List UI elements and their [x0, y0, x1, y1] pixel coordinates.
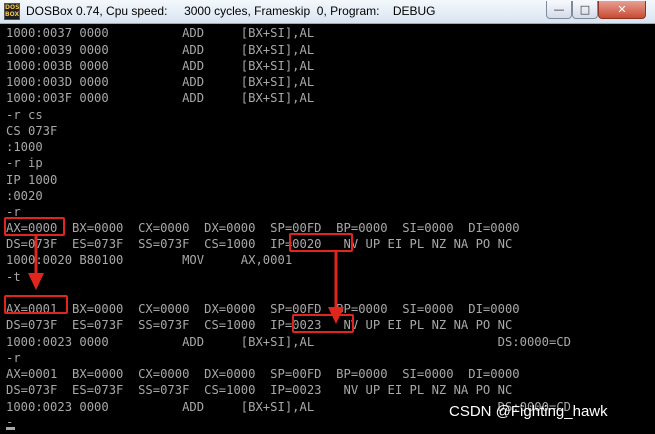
close-icon: ✕	[617, 3, 627, 16]
maximize-icon: □	[579, 3, 591, 16]
close-button[interactable]: ✕	[598, 1, 646, 19]
maximize-button[interactable]: □	[572, 1, 598, 19]
csdn-watermark: CSDN @Fighting_hawk	[449, 403, 608, 420]
arrow-ip	[328, 252, 344, 324]
window-titlebar[interactable]: DOS BOX DOSBox 0.74, Cpu speed: 3000 cyc…	[0, 0, 655, 24]
minimize-icon: —	[553, 3, 565, 16]
annotation-arrows	[28, 236, 344, 324]
minimize-button[interactable]: —	[546, 1, 572, 19]
window-title: DOSBox 0.74, Cpu speed: 3000 cycles, Fra…	[26, 4, 436, 18]
arrow-ax	[28, 236, 44, 290]
dosbox-app-icon[interactable]: DOS BOX	[4, 3, 20, 20]
dos-terminal-screen[interactable]: 1000:0037 0000 ADD [BX+SI],AL 1000:0039 0…	[0, 24, 655, 434]
